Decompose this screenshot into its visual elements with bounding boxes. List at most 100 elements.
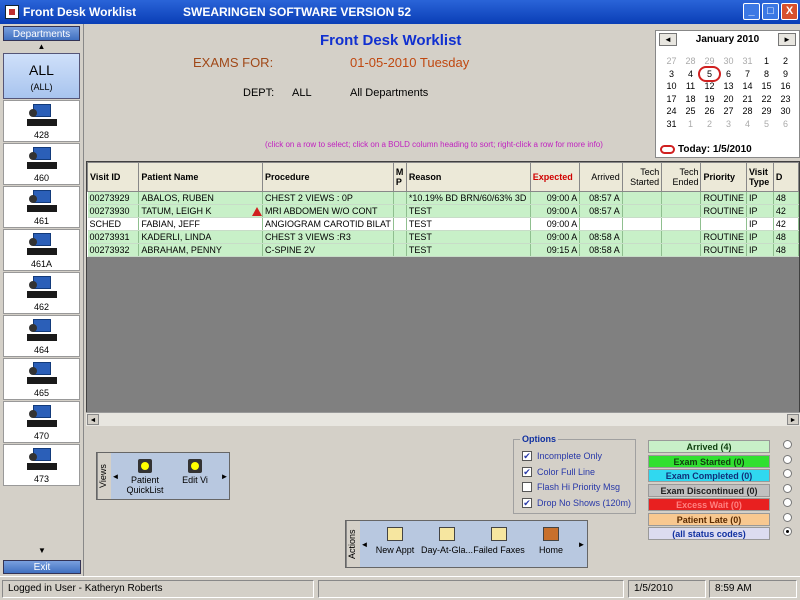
calendar-day[interactable]: 26 bbox=[700, 105, 719, 118]
prev-month-button[interactable]: ◄ bbox=[659, 32, 677, 46]
checkbox-icon[interactable]: ✔ bbox=[522, 497, 532, 508]
calendar-day[interactable]: 10 bbox=[662, 80, 681, 93]
horizontal-scrollbar[interactable]: ◄ ► bbox=[86, 412, 800, 426]
status-radio[interactable] bbox=[783, 454, 792, 464]
scroll-down-icon[interactable]: ▼ bbox=[0, 546, 84, 558]
home-button[interactable]: Home bbox=[525, 521, 577, 567]
calendar-day[interactable]: 6 bbox=[719, 68, 738, 81]
status-radio[interactable] bbox=[783, 527, 792, 536]
exit-button[interactable]: Exit bbox=[3, 560, 81, 574]
next-month-button[interactable]: ► bbox=[777, 32, 796, 46]
department-item[interactable]: 461A bbox=[3, 229, 80, 271]
checkbox-icon[interactable]: ✔ bbox=[522, 466, 532, 477]
column-header[interactable]: Priority bbox=[700, 162, 747, 192]
calendar-day[interactable]: 29 bbox=[757, 105, 776, 118]
department-all[interactable]: ALL (ALL) bbox=[3, 53, 80, 99]
calendar-today[interactable]: Today: 1/5/2010 bbox=[660, 144, 752, 155]
column-header[interactable]: D bbox=[772, 162, 799, 192]
calendar-day[interactable]: 4 bbox=[738, 118, 757, 131]
scroll-up-icon[interactable]: ▲ bbox=[0, 41, 83, 53]
option-checkbox[interactable]: ✔ Color Full Line bbox=[522, 466, 595, 477]
status-radio[interactable] bbox=[783, 483, 792, 493]
department-item[interactable]: 460 bbox=[3, 143, 80, 185]
calendar-day[interactable]: 2 bbox=[776, 55, 795, 68]
calendar-day[interactable]: 6 bbox=[776, 118, 795, 131]
calendar-day[interactable]: 30 bbox=[776, 105, 795, 118]
department-item[interactable]: 462 bbox=[3, 272, 80, 314]
calendar-day[interactable]: 28 bbox=[681, 55, 700, 68]
column-header[interactable]: Tech Ended bbox=[661, 162, 702, 192]
calendar-day[interactable]: 4 bbox=[681, 68, 700, 81]
column-header[interactable]: Patient Name bbox=[138, 162, 264, 192]
checkbox-icon[interactable] bbox=[522, 482, 532, 492]
calendar-day[interactable]: 1 bbox=[757, 55, 776, 68]
close-button[interactable]: X bbox=[781, 3, 798, 20]
scroll-left-icon[interactable]: ◄ bbox=[87, 414, 99, 425]
scroll-right-icon[interactable]: ► bbox=[787, 414, 799, 425]
worklist-grid[interactable]: Visit ID Patient Name Procedure M P Reason Ex… bbox=[86, 161, 800, 426]
day-at-glance-button[interactable]: Day-At-Gla... bbox=[421, 521, 473, 567]
calendar-day[interactable]: 31 bbox=[738, 55, 757, 68]
status-radio[interactable] bbox=[783, 498, 792, 507]
calendar-day[interactable]: 8 bbox=[757, 68, 776, 81]
status-radio[interactable] bbox=[783, 440, 792, 449]
calendar-day[interactable]: 14 bbox=[738, 80, 757, 93]
calendar-day[interactable]: 7 bbox=[738, 68, 757, 81]
calendar-day[interactable]: 16 bbox=[776, 80, 795, 93]
column-header[interactable]: Visit Type bbox=[745, 162, 774, 192]
maximize-button[interactable]: □ bbox=[762, 3, 779, 20]
calendar-day[interactable]: 13 bbox=[719, 80, 738, 93]
calendar-day[interactable]: 9 bbox=[776, 68, 795, 81]
department-item[interactable]: 470 bbox=[3, 401, 80, 443]
calendar-day[interactable]: 25 bbox=[681, 105, 700, 118]
edit-view-button[interactable]: Edit Vi bbox=[170, 453, 220, 499]
calendar-day[interactable]: 28 bbox=[738, 105, 757, 118]
calendar-day[interactable]: 21 bbox=[738, 93, 757, 106]
column-header[interactable]: Visit ID bbox=[87, 162, 140, 192]
department-item[interactable]: 473 bbox=[3, 444, 80, 486]
table-row[interactable]: 00273931 KADERLI, LINDA CHEST 3 VIEWS :R3 T… bbox=[87, 230, 799, 244]
views-right-icon[interactable]: ► bbox=[220, 453, 229, 499]
calendar-day[interactable]: 17 bbox=[662, 93, 681, 106]
column-header[interactable]: Expected bbox=[529, 162, 581, 192]
patient-quicklist-button[interactable]: Patient QuickList bbox=[120, 453, 170, 499]
minimize-button[interactable]: _ bbox=[743, 3, 760, 20]
column-header[interactable]: M P bbox=[392, 162, 407, 192]
status-radio[interactable] bbox=[783, 469, 792, 478]
calendar-day[interactable]: 27 bbox=[719, 105, 738, 118]
calendar-day[interactable]: 19 bbox=[700, 93, 719, 106]
calendar-day[interactable]: 30 bbox=[719, 55, 738, 68]
calendar-day[interactable]: 5 bbox=[757, 118, 776, 131]
calendar-day[interactable]: 3 bbox=[719, 118, 738, 131]
calendar-day[interactable]: 15 bbox=[757, 80, 776, 93]
checkbox-icon[interactable]: ✔ bbox=[522, 451, 532, 461]
table-row[interactable]: 00273929 ABALOS, RUBEN CHEST 2 VIEWS : 0P *… bbox=[87, 191, 799, 205]
failed-faxes-button[interactable]: Failed Faxes bbox=[473, 521, 525, 567]
table-row[interactable]: SCHED FABIAN, JEFF ANGIOGRAM CAROTID BILAT… bbox=[87, 217, 799, 231]
calendar-day[interactable]: 5 bbox=[698, 65, 721, 82]
calendar-day[interactable]: 3 bbox=[662, 68, 681, 81]
calendar-day[interactable]: 22 bbox=[757, 93, 776, 106]
actions-left-icon[interactable]: ◄ bbox=[360, 521, 369, 567]
calendar-day[interactable]: 11 bbox=[681, 80, 700, 93]
column-header[interactable]: Arrived bbox=[579, 162, 623, 192]
column-header[interactable]: Procedure bbox=[262, 162, 394, 192]
department-item[interactable]: 428 bbox=[3, 100, 80, 142]
calendar-day[interactable]: 20 bbox=[719, 93, 738, 106]
department-item[interactable]: 465 bbox=[3, 358, 80, 400]
actions-right-icon[interactable]: ► bbox=[577, 521, 586, 567]
option-checkbox[interactable]: ✔ Incomplete Only bbox=[522, 451, 602, 461]
calendar-day[interactable]: 24 bbox=[662, 105, 681, 118]
views-left-icon[interactable]: ◄ bbox=[111, 453, 120, 499]
option-checkbox[interactable]: Flash Hi Priority Msg bbox=[522, 482, 620, 492]
new-appt-button[interactable]: New Appt bbox=[369, 521, 421, 567]
departments-header[interactable]: Departments bbox=[3, 26, 80, 41]
calendar-day[interactable]: 2 bbox=[700, 118, 719, 131]
department-item[interactable]: 464 bbox=[3, 315, 80, 357]
calendar-day[interactable]: 31 bbox=[662, 118, 681, 131]
calendar-day[interactable]: 12 bbox=[700, 80, 719, 93]
calendar-day[interactable]: 27 bbox=[662, 55, 681, 68]
status-radio[interactable] bbox=[783, 512, 792, 522]
calendar-day[interactable]: 29 bbox=[700, 55, 719, 68]
department-item[interactable]: 461 bbox=[3, 186, 80, 228]
